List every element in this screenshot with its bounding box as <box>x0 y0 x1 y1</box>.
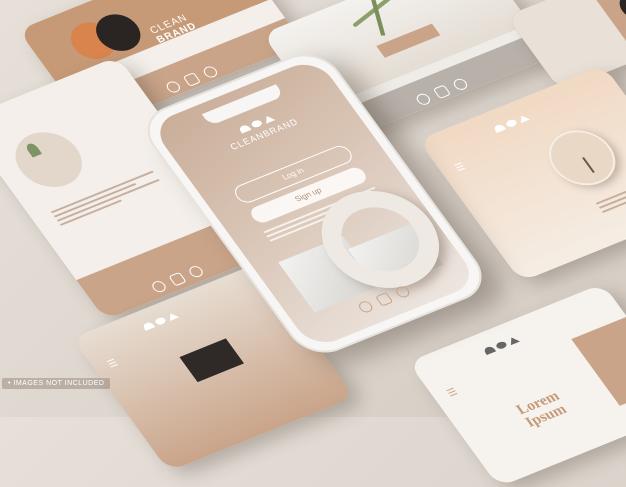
plant-circle-photo <box>2 123 95 196</box>
logo-shapes-icon <box>482 336 521 355</box>
card-lorem-ipsum: ☰ Lorem Ipsum <box>408 283 626 487</box>
side-photo-block <box>571 316 626 406</box>
images-not-included-watermark: • IMAGES NOT INCLUDED <box>2 378 111 389</box>
hamburger-menu-icon[interactable]: ☰ <box>106 358 121 371</box>
logo-shapes-icon <box>492 114 531 133</box>
clock-hand <box>582 157 595 173</box>
lorem-headline: Lorem Ipsum <box>513 389 572 431</box>
hamburger-menu-icon[interactable]: ☰ <box>453 161 468 174</box>
main-phone: CLEANBRAND Log in Sign up <box>124 45 496 362</box>
hamburger-menu-icon[interactable]: ☰ <box>445 387 460 400</box>
mockup-scene: CLEAN BRAND ☰ ☰ ☰ Lorem Ipsum CLEANBRAND… <box>0 0 626 487</box>
clock-icon <box>536 121 626 195</box>
instagram-icon[interactable] <box>356 299 375 315</box>
facebook-icon[interactable] <box>393 284 412 300</box>
twitter-icon[interactable] <box>432 84 452 100</box>
facebook-icon[interactable] <box>451 77 470 92</box>
dark-circle-shape <box>613 0 626 24</box>
twitter-icon[interactable] <box>375 292 394 307</box>
